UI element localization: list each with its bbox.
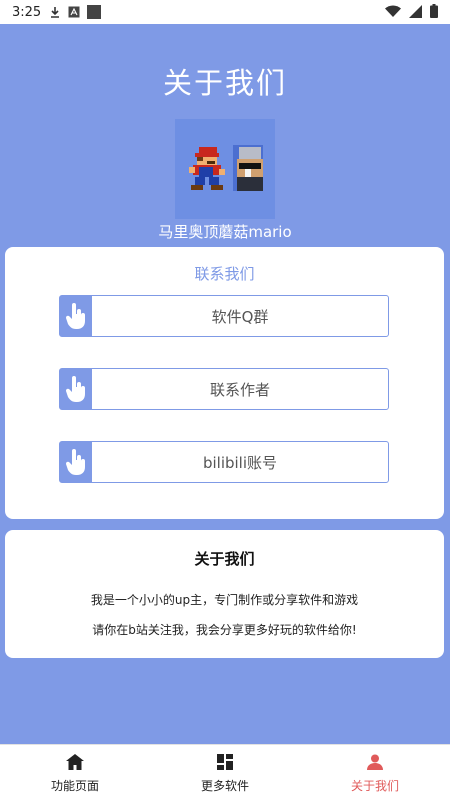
signal-icon [409, 4, 422, 22]
author-name: 马里奥顶蘑菇mario [158, 223, 292, 241]
status-time: 3:25 [12, 4, 42, 20]
battery-icon [430, 4, 438, 22]
qq-group-label: 软件Q群 [211, 307, 269, 326]
square-icon [87, 5, 102, 19]
hand-pointer-icon [60, 369, 92, 409]
bilibili-account-label: bilibili账号 [202, 453, 278, 472]
nav-item-more-software[interactable]: 更多软件 [165, 751, 285, 794]
page-title: 关于我们 [162, 66, 287, 100]
contact-heading: 联系我们 [194, 265, 255, 283]
avatar [175, 119, 275, 219]
person-icon [315, 751, 435, 773]
nav-label-about: 关于我们 [350, 779, 399, 793]
home-icon [15, 751, 135, 773]
contact-card: 联系我们 软件Q群 联系作者 bilibili账号 [5, 247, 444, 519]
download-icon [49, 6, 61, 18]
contact-author-label: 联系作者 [209, 380, 270, 399]
contact-author-button[interactable]: 联系作者 [59, 368, 389, 410]
mario-sprite [189, 147, 225, 190]
bottom-nav: 功能页面 更多软件 关于我们 [0, 744, 450, 801]
about-heading: 关于我们 [194, 550, 255, 568]
grid-icon [165, 751, 285, 773]
nav-item-about[interactable]: 关于我们 [315, 751, 435, 794]
qq-group-button[interactable]: 软件Q群 [59, 295, 389, 337]
status-bar: 3:25 [0, 0, 450, 24]
wifi-icon [385, 5, 401, 22]
hand-pointer-icon [60, 296, 92, 336]
bilibili-account-button[interactable]: bilibili账号 [59, 441, 389, 483]
nav-label-home: 功能页面 [50, 779, 99, 793]
about-line-1: 我是一个小小的up主，专门制作或分享软件和游戏 [90, 593, 359, 607]
second-sprite [233, 145, 263, 191]
nav-item-home[interactable]: 功能页面 [15, 751, 135, 794]
hand-pointer-icon [60, 442, 92, 482]
a-box-icon [68, 6, 80, 18]
about-line-2: 请你在b站关注我，我会分享更多好玩的软件给你! [92, 623, 357, 637]
about-card: 关于我们 我是一个小小的up主，专门制作或分享软件和游戏 请你在b站关注我，我会… [5, 530, 444, 658]
nav-label-more-software: 更多软件 [200, 779, 249, 793]
